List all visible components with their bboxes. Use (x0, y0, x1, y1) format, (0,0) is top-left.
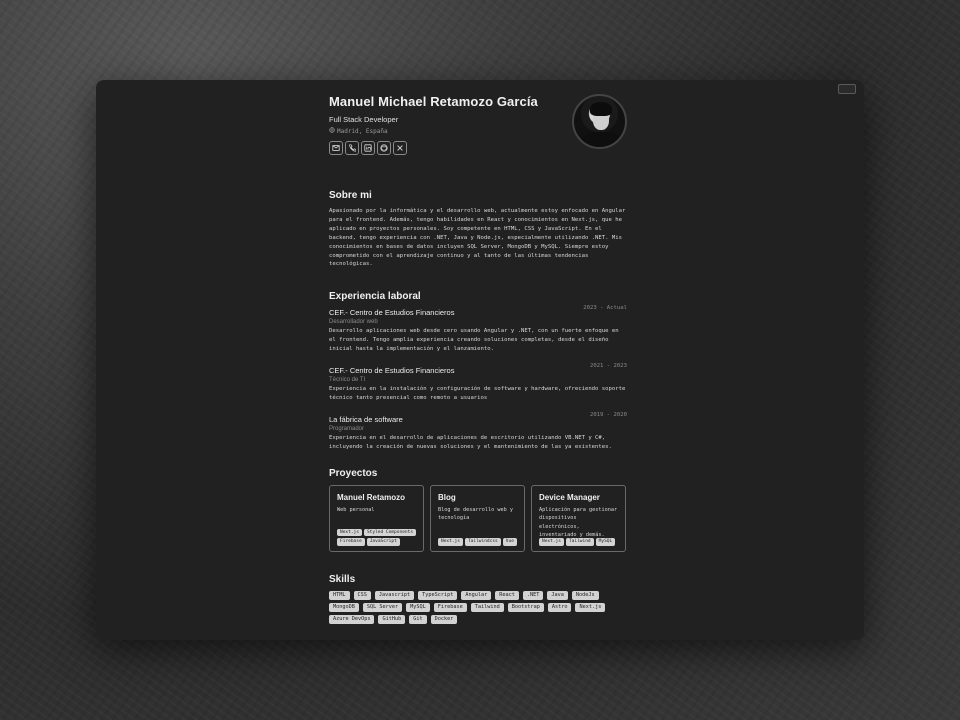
job-dates: 2019 - 2020 (589, 411, 627, 418)
skills-section: Skills HTML CSS Javascript TypeScript Angula… (329, 574, 627, 624)
job-role: Técnico de TI (329, 377, 366, 384)
project-tag: Firebase (337, 538, 365, 546)
about-section: Sobre mi Apasionado por la informática y… (329, 190, 627, 269)
project-title: Manuel Retamozo (337, 492, 406, 502)
project-tag: Tailwindcss (464, 538, 501, 546)
project-tag: Next.js (438, 538, 463, 546)
projects-grid: Manuel Retamozo Web personal Next.js Sty… (329, 484, 627, 552)
skill-tag: GitHub (378, 614, 406, 624)
skill-tag: Next.js (575, 602, 606, 612)
projects-section: Proyectos Manuel Retamozo Web personal N… (329, 468, 627, 552)
project-tag: Vue (502, 538, 517, 546)
project-tags: Next.js Tailwind MySQL (539, 538, 621, 546)
skill-tag: NodeJs (571, 590, 599, 600)
skill-tag: CSS (353, 590, 371, 600)
skill-tag: HTML (329, 590, 350, 600)
job-description: Desarrollo aplicaciones web desde cero u… (329, 328, 619, 353)
job-role: Programador (329, 425, 365, 432)
avatar (572, 94, 627, 149)
resume-content: Manuel Michael Retamozo García Full Stac… (329, 94, 627, 624)
github-icon[interactable] (377, 141, 391, 155)
project-title: Blog (438, 492, 456, 502)
globe-icon (329, 127, 335, 135)
project-tag: Next.js (337, 528, 362, 537)
skill-tag: Docker (430, 614, 458, 624)
experience-title: Experiencia laboral (329, 291, 421, 303)
x-icon[interactable] (393, 141, 407, 155)
phone-icon[interactable] (345, 141, 359, 155)
skill-tag: Astro (547, 602, 572, 612)
skill-tag: .NET (522, 590, 544, 600)
project-tag: MySQL (595, 538, 616, 546)
job-dates: 2021 - 2023 (589, 363, 627, 370)
project-card[interactable]: Device Manager Aplicación para gestionar… (531, 484, 626, 552)
skills-list: HTML CSS Javascript TypeScript Angular React.… (329, 590, 619, 624)
job-item: CEF.- Centro de Estudios Financieros 202… (329, 363, 627, 403)
project-tag: Styled Components (363, 528, 417, 537)
project-description: Aplicación para gestionar dispositivos e… (539, 506, 618, 539)
resume-header: Manuel Michael Retamozo García Full Stac… (329, 94, 627, 172)
mail-icon[interactable] (329, 141, 343, 155)
skill-tag: Java (547, 590, 568, 600)
project-title: Device Manager (539, 492, 600, 502)
skill-tag: MySQL (406, 602, 430, 612)
skill-tag: MongoDB (329, 602, 359, 612)
skill-tag: Tailwind (470, 602, 504, 612)
about-title: Sobre mi (329, 190, 372, 201)
skill-tag: Firebase (433, 602, 467, 612)
resume-window: Manuel Michael Retamozo García Full Stac… (96, 80, 864, 640)
job-company[interactable]: La fábrica de software (329, 415, 627, 424)
skill-tag: Javascript (374, 590, 415, 600)
skill-tag: Bootstrap (507, 602, 544, 612)
job-dates: 2023 - Actual (583, 305, 627, 312)
skills-title: Skills (329, 573, 356, 585)
job-description: Experiencia en la instalación y configur… (329, 386, 626, 401)
project-tag: Next.js (539, 538, 564, 546)
project-tags: Next.js Tailwindcss Vue (438, 538, 520, 546)
job-item: CEF.- Centro de Estudios Financieros 202… (329, 305, 627, 354)
skill-tag: SQL Server (362, 602, 403, 612)
skill-tag: React (495, 590, 519, 600)
job-item: La fábrica de software 2019 - 2020 Progr… (329, 411, 627, 452)
project-tag: JavaScript (366, 538, 400, 546)
project-tag: Tailwind (565, 538, 594, 546)
project-description: Blog de desarrollo web y tecnología (438, 506, 513, 522)
job-company[interactable]: CEF.- Centro de Estudios Financieros (329, 366, 627, 375)
skill-tag: Git (409, 614, 427, 624)
location-text: Madrid, España (337, 127, 388, 135)
linkedin-icon[interactable] (361, 141, 375, 155)
experience-section: Experiencia laboral CEF.- Centro de Estu… (329, 291, 627, 451)
project-card[interactable]: Blog Blog de desarrollo web y tecnología… (430, 484, 525, 552)
window-corner-button[interactable] (838, 84, 856, 94)
about-text: Apasionado por la informática y el desar… (329, 208, 626, 268)
project-description: Web personal (337, 506, 375, 513)
skill-tag: Angular (461, 590, 492, 600)
projects-title: Proyectos (329, 467, 378, 479)
project-tags: Next.js Styled Components Firebase JavaS… (337, 528, 419, 546)
job-description: Experiencia en el desarrollo de aplicaci… (329, 434, 612, 450)
job-role: Desarrollador web (329, 319, 378, 326)
skill-tag: Azure DevOps (329, 614, 375, 624)
skill-tag: TypeScript (418, 590, 458, 600)
project-card[interactable]: Manuel Retamozo Web personal Next.js Sty… (329, 484, 424, 552)
